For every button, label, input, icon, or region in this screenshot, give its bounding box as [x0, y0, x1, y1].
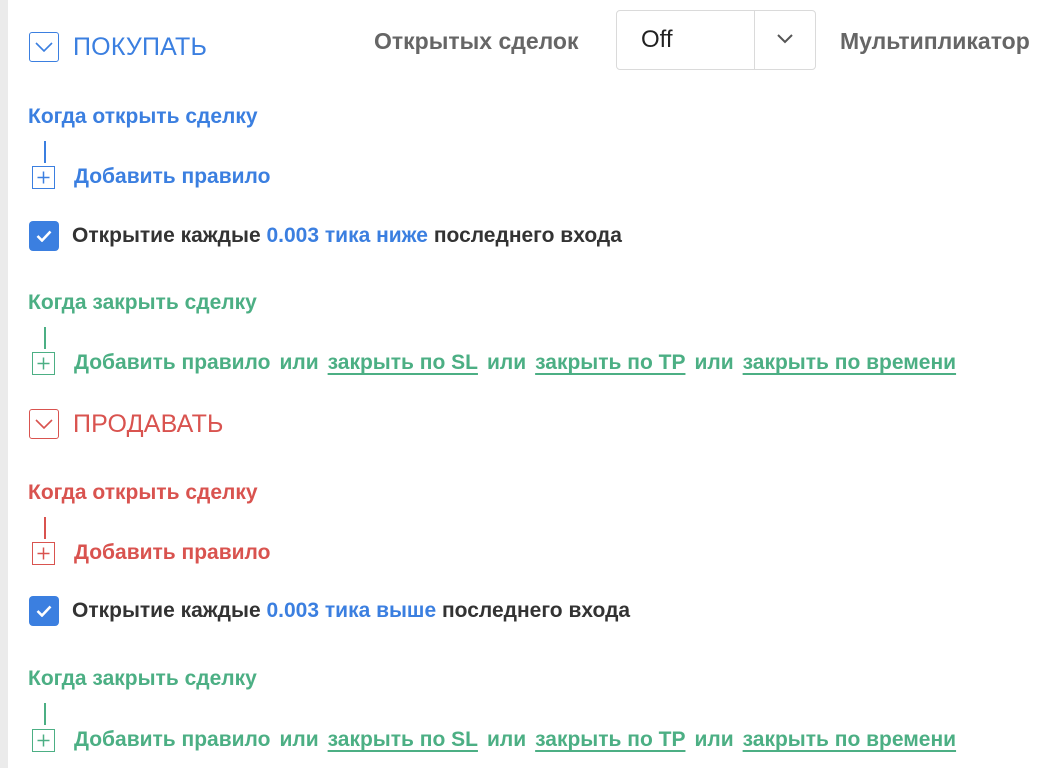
or-separator: или — [279, 351, 319, 374]
close-by-sl-link[interactable]: закрыть по SL — [328, 728, 478, 752]
add-rule-link[interactable]: Добавить правило — [74, 728, 270, 752]
chevron-down-icon — [777, 31, 793, 49]
chevron-down-icon — [29, 409, 59, 439]
or-separator: или — [694, 351, 734, 374]
step-value[interactable]: 0.003 — [266, 599, 319, 623]
close-by-sl-link[interactable]: закрыть по SL — [328, 351, 478, 375]
sell-section-title: ПРОДАВАТЬ — [73, 409, 224, 438]
buy-section-title: ПОКУПАТЬ — [73, 32, 208, 61]
sell-close-rules-row: Добавить правило или закрыть по SL или з… — [32, 728, 956, 752]
connector-line — [44, 703, 46, 725]
connector-line — [44, 141, 46, 163]
chevron-down-icon — [29, 32, 59, 62]
connector-line — [44, 327, 46, 349]
connector-line — [44, 517, 46, 539]
close-by-tp-link[interactable]: закрыть по TP — [535, 728, 685, 752]
buy-open-heading: Когда открыть сделку — [28, 105, 258, 128]
multiplier-label: Мультипликатор — [840, 28, 1030, 54]
open-trades-select[interactable]: Off — [616, 10, 816, 70]
add-rule-label: Добавить правило — [74, 541, 271, 564]
sell-step-rule: Открытие каждые 0.003 тика выше последне… — [29, 596, 630, 626]
plus-icon — [32, 165, 55, 189]
sell-open-heading: Когда открыть сделку — [28, 481, 258, 504]
buy-close-heading: Когда закрыть сделку — [28, 291, 257, 314]
left-rail — [0, 0, 8, 768]
plus-icon[interactable] — [32, 728, 55, 752]
step-rule-suffix: последнего входа — [433, 224, 622, 247]
add-rule-link[interactable]: Добавить правило — [74, 351, 270, 375]
buy-step-checkbox[interactable] — [29, 221, 59, 251]
close-by-time-link[interactable]: закрыть по времени — [743, 351, 956, 375]
sell-step-checkbox[interactable] — [29, 596, 59, 626]
open-trades-label: Открытых сделок — [374, 28, 579, 54]
step-rule-prefix: Открытие каждые — [72, 599, 261, 622]
step-rule-prefix: Открытие каждые — [72, 224, 261, 247]
sell-close-heading: Когда закрыть сделку — [28, 667, 257, 690]
buy-open-add-rule[interactable]: Добавить правило — [32, 165, 270, 189]
sell-section-toggle[interactable]: ПРОДАВАТЬ — [29, 409, 224, 439]
step-rule-suffix: последнего входа — [441, 599, 631, 622]
close-by-time-link[interactable]: закрыть по времени — [743, 728, 956, 752]
open-trades-value: Off — [641, 26, 673, 53]
step-value[interactable]: 0.003 — [266, 224, 319, 248]
or-separator: или — [279, 728, 319, 751]
buy-section-toggle[interactable]: ПОКУПАТЬ — [29, 32, 207, 62]
close-by-tp-link[interactable]: закрыть по TP — [535, 351, 685, 375]
or-separator: или — [486, 728, 527, 751]
sell-open-add-rule[interactable]: Добавить правило — [32, 541, 270, 565]
add-rule-label: Добавить правило — [74, 165, 271, 188]
or-separator: или — [694, 728, 734, 751]
buy-step-rule: Открытие каждые 0.003 тика ниже последне… — [29, 221, 622, 251]
step-unit-direction[interactable]: тика ниже — [325, 224, 428, 248]
plus-icon — [32, 541, 55, 565]
buy-close-rules-row: Добавить правило или закрыть по SL или з… — [32, 351, 956, 375]
or-separator: или — [486, 351, 527, 374]
dropdown-toggle-button[interactable] — [754, 11, 815, 69]
plus-icon[interactable] — [32, 351, 55, 375]
step-unit-direction[interactable]: тика выше — [325, 599, 436, 623]
